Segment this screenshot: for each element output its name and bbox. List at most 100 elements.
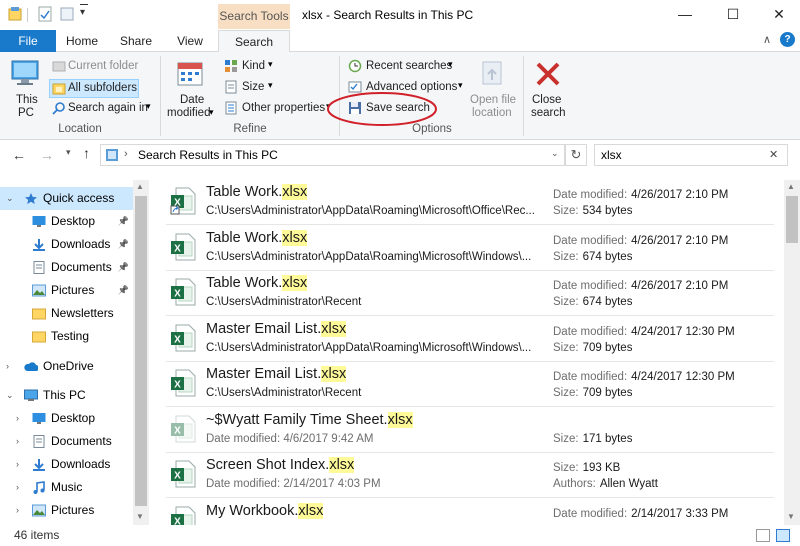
folder-icon xyxy=(52,61,66,72)
date-modified-button[interactable]: Date modified ▾ xyxy=(165,56,217,120)
result-row[interactable]: X Table Work.xlsx C:\Users\Administrator\R… xyxy=(166,271,774,316)
other-properties-button[interactable]: Other properties ▾ xyxy=(222,100,334,118)
file-detail-line: C:\Users\Administrator\Recent xyxy=(206,387,362,399)
svg-text:X: X xyxy=(174,380,181,391)
details-view-icon[interactable] xyxy=(756,529,770,542)
date-modified-label-1: Date xyxy=(180,94,205,106)
file-detail-line: C:\Users\Administrator\AppData\Roaming\M… xyxy=(206,341,532,354)
svg-text:X: X xyxy=(174,334,181,345)
search-again-in-label: Search again in xyxy=(68,102,148,114)
file-name-base: Screen Shot Index. xyxy=(206,457,330,473)
highlighted-extension: xlsx xyxy=(282,184,308,200)
qat-dropdown-icon[interactable]: ▾ xyxy=(80,7,85,18)
this-pc-button[interactable]: This PC xyxy=(6,56,44,120)
open-file-location-label-1: Open file xyxy=(470,94,517,106)
meta-value: 674 bytes xyxy=(582,296,633,308)
meta-value: 4/26/2017 2:10 PM xyxy=(631,234,729,247)
breadcrumb: Search Results in This PC xyxy=(138,148,278,162)
chevron-down-icon: ▾ xyxy=(268,80,273,90)
meta-value: 4/26/2017 2:10 PM xyxy=(631,189,729,201)
tab-search[interactable]: Search xyxy=(218,30,290,53)
computer-icon xyxy=(11,60,39,85)
result-row[interactable]: X Table Work.xlsx C:\Users\Administrator\A… xyxy=(166,180,774,225)
tab-view[interactable]: View xyxy=(164,30,216,52)
svg-text:X: X xyxy=(174,471,181,482)
recent-searches-button[interactable]: Recent searches ▾ xyxy=(346,58,458,76)
file-name: Table Work.xlsx xyxy=(206,184,308,200)
meta-value: 4/24/2017 12:30 PM xyxy=(631,325,735,338)
maximize-button[interactable]: ☐ xyxy=(710,0,756,30)
file-meta: Date modified: 2/14/2017 3:33 PM xyxy=(553,508,728,520)
qat-divider xyxy=(27,8,28,22)
open-location-icon xyxy=(482,61,502,85)
result-row[interactable]: X ~$Wyatt Family Time Sheet.xlsx Date modi… xyxy=(166,408,774,453)
file-name: Table Work.xlsx xyxy=(206,275,308,291)
result-row[interactable]: X Master Email List.xlsx C:\Users\Administ… xyxy=(166,317,774,362)
file-meta: Date modified: 4/26/2017 2:10 PM xyxy=(553,189,728,201)
result-row[interactable]: X Master Email List.xlsx C:\Users\Administ… xyxy=(166,362,774,407)
size-icon xyxy=(225,80,237,94)
back-arrow-icon[interactable]: ← xyxy=(12,147,26,163)
close-window-button[interactable]: ✕ xyxy=(756,0,800,30)
ribbon-tabs: File Home Share View Search ∧ ? xyxy=(0,30,800,53)
help-icon[interactable]: ? xyxy=(780,32,795,47)
current-folder-label: Current folder xyxy=(68,60,139,72)
excel-file-icon: X xyxy=(171,460,196,488)
highlighted-extension: xlsx xyxy=(329,457,355,473)
meta-key: Date modified: xyxy=(553,371,628,383)
kind-label: Kind xyxy=(242,60,266,72)
results-scroll-thumb[interactable] xyxy=(786,196,798,243)
scroll-down-icon[interactable]: ▼ xyxy=(787,512,795,521)
chevron-down-icon: ▾ xyxy=(146,101,151,111)
excel-file-icon: X xyxy=(171,278,196,306)
subfolders-icon xyxy=(52,83,66,95)
properties-icon[interactable] xyxy=(38,6,52,22)
all-subfolders-button[interactable]: All subfolders xyxy=(49,79,139,98)
address-row: ← → ▾ ↑ › Search Results in This PC ⌄ ↻ … xyxy=(0,140,800,172)
highlighted-extension: xlsx xyxy=(298,502,324,519)
close-search-button[interactable]: Close search xyxy=(528,56,568,120)
meta-key: Size: xyxy=(553,341,579,354)
result-row[interactable]: X Table Work.xlsx C:\Users\Administrator\A… xyxy=(166,226,774,271)
clear-search-icon[interactable]: ✕ xyxy=(769,148,778,161)
tab-file[interactable]: File xyxy=(0,30,56,52)
recent-locations-icon[interactable]: ▾ xyxy=(66,147,71,158)
results-scrollbar[interactable]: ▲ ▼ xyxy=(784,180,800,525)
group-divider xyxy=(523,56,524,136)
large-icons-view-icon[interactable] xyxy=(776,529,790,542)
excel-file-icon: X xyxy=(171,233,196,260)
svg-text:X: X xyxy=(174,425,181,436)
address-bar[interactable]: › Search Results in This PC ⌄ xyxy=(100,144,565,166)
meta-value: 709 bytes xyxy=(582,341,633,354)
search-input[interactable]: xlsx ✕ xyxy=(594,144,788,166)
tab-home[interactable]: Home xyxy=(56,30,108,52)
open-file-location-button[interactable]: Open file location xyxy=(466,56,520,120)
address-dropdown-icon[interactable]: ⌄ xyxy=(551,148,559,159)
scroll-up-icon[interactable]: ▲ xyxy=(787,182,795,191)
file-meta: Size: 534 bytes xyxy=(553,205,632,217)
up-arrow-icon[interactable]: ↑ xyxy=(83,145,90,161)
new-folder-icon[interactable] xyxy=(60,6,74,22)
meta-value: 2/14/2017 3:33 PM xyxy=(631,507,729,520)
result-row[interactable]: X Screen Shot Index.xlsx Date modified: 2/… xyxy=(166,453,774,498)
file-meta: Size: 193 KB xyxy=(553,462,620,474)
meta-value: 171 bytes xyxy=(582,432,633,445)
current-folder-button[interactable]: Current folder xyxy=(50,58,142,76)
kind-button[interactable]: Kind ▾ xyxy=(222,58,278,76)
collapse-ribbon-icon[interactable]: ∧ xyxy=(763,33,771,46)
file-name-base: ~$Wyatt Family Time Sheet. xyxy=(206,411,388,428)
file-name-base: Table Work. xyxy=(206,229,283,246)
minimize-button[interactable]: — xyxy=(662,0,708,30)
meta-value: 193 KB xyxy=(582,462,621,474)
tab-share[interactable]: Share xyxy=(110,30,162,52)
forward-arrow-icon[interactable]: → xyxy=(40,147,54,163)
date-modified-label-2: modified xyxy=(167,107,211,119)
search-tools-context-tab: Search Tools xyxy=(218,4,290,29)
size-button[interactable]: Size ▾ xyxy=(222,79,278,97)
location-group-label: Location xyxy=(58,123,102,135)
highlighted-extension: xlsx xyxy=(321,320,347,337)
meta-value: 534 bytes xyxy=(582,205,633,217)
file-meta: Size: 171 bytes xyxy=(553,433,632,445)
search-again-in-button[interactable]: Search again in ▾ xyxy=(50,100,154,118)
refresh-icon[interactable]: ↻ xyxy=(565,144,587,166)
